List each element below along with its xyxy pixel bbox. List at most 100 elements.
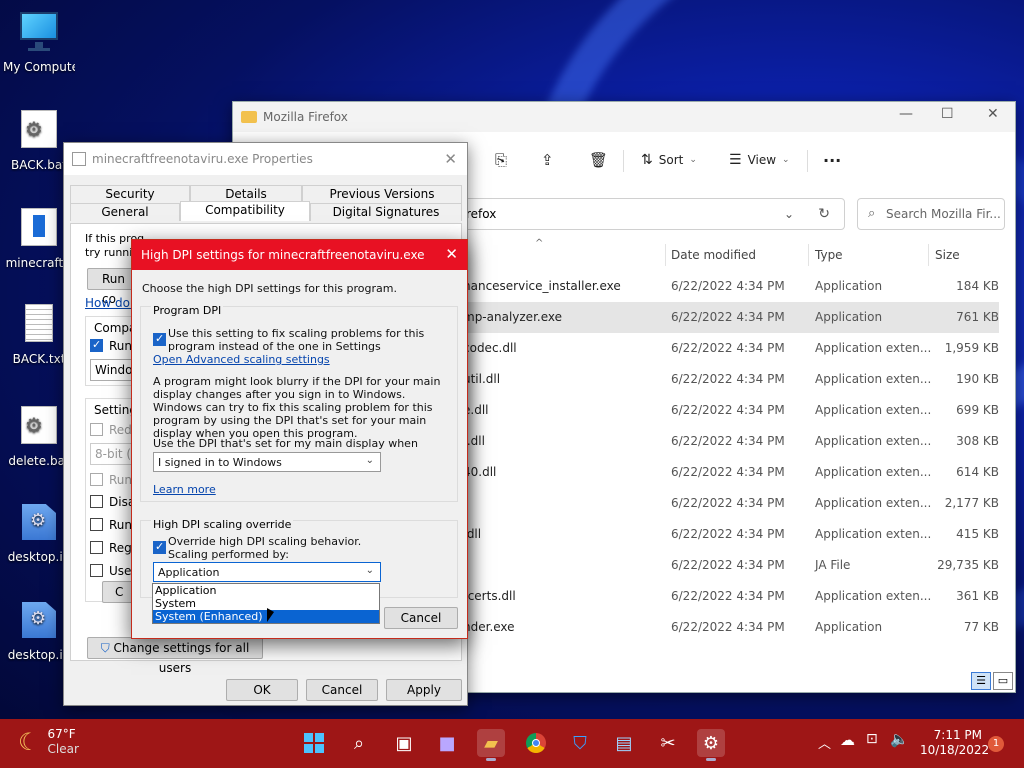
teams-chat-icon[interactable]: ■: [433, 729, 461, 757]
option-application[interactable]: Application: [153, 584, 379, 597]
file-size: 184 KB: [956, 279, 999, 293]
file-row[interactable]: 40.dll 6/22/2022 4:34 PM Application exten…: [463, 457, 999, 488]
minimize-button[interactable]: —: [899, 106, 913, 122]
scaling-performed-dropdown[interactable]: Application ⌄: [153, 562, 381, 582]
close-icon[interactable]: ✕: [445, 245, 458, 263]
run-as-admin-checkbox[interactable]: Run: [90, 518, 132, 532]
disable-fullscreen-checkbox[interactable]: Disa: [90, 495, 135, 509]
learn-more-link[interactable]: Learn more: [153, 483, 216, 496]
delete-icon[interactable]: 🗑: [589, 151, 608, 169]
tiles-view-icon[interactable]: ▭: [993, 672, 1013, 690]
run-640-checkbox[interactable]: Run: [90, 473, 132, 487]
file-row[interactable]: tcerts.dll 6/22/2022 4:34 PM Application e…: [463, 581, 999, 612]
batch-file-icon: [16, 404, 62, 450]
file-row[interactable]: e.dll 6/22/2022 4:34 PM Application exten.…: [463, 395, 999, 426]
override-checkbox[interactable]: [153, 540, 166, 554]
apply-button[interactable]: Apply: [386, 679, 462, 701]
folder-icon: [241, 111, 257, 123]
dpi-cancel-button[interactable]: Cancel: [384, 607, 458, 629]
maximize-button[interactable]: ☐: [941, 106, 954, 122]
file-date: 6/22/2022 4:34 PM: [671, 558, 785, 572]
file-row[interactable]: 6/22/2022 4:34 PM Application exten... 2,1…: [463, 488, 999, 519]
search-box[interactable]: ⌕ Search Mozilla Fir...: [857, 198, 1005, 230]
settings-gear-icon[interactable]: ⚙: [697, 729, 725, 761]
chevron-down-icon[interactable]: ⌄: [784, 207, 794, 221]
file-row[interactable]: 6/22/2022 4:34 PM JA File 29,735 KB: [463, 550, 999, 581]
cancel-button[interactable]: Cancel: [306, 679, 378, 701]
notepad-icon[interactable]: ▤: [610, 729, 638, 757]
show-hidden-icons-chevron[interactable]: ︿: [818, 733, 831, 752]
clock[interactable]: 7:11 PM 10/18/2022: [920, 728, 989, 758]
file-row[interactable]: nder.exe 6/22/2022 4:34 PM Application 77 K…: [463, 612, 999, 643]
tab-previous-versions[interactable]: Previous Versions: [302, 185, 462, 203]
run-compat-checkbox[interactable]: Run: [90, 339, 132, 353]
share-icon[interactable]: ⇪: [541, 151, 554, 169]
file-row[interactable]: r.dll 6/22/2022 4:34 PM Application exten.…: [463, 426, 999, 457]
address-bar[interactable]: refox ⌄ ↻: [445, 198, 845, 230]
properties-title-bar[interactable]: minecraftfreenotaviru.exe Properties: [64, 143, 467, 175]
option-system-enhanced[interactable]: System (Enhanced): [153, 610, 379, 623]
chrome-icon[interactable]: [522, 729, 550, 757]
search-icon[interactable]: ⌕: [345, 729, 373, 757]
column-divider: [665, 244, 666, 266]
file-name: codec.dll: [463, 341, 517, 355]
dpi-title: High DPI settings for minecraftfreenotav…: [141, 248, 425, 262]
tab-digital-signatures[interactable]: Digital Signatures: [310, 203, 462, 221]
close-button[interactable]: ✕: [987, 106, 999, 122]
option-system[interactable]: System: [153, 597, 379, 610]
file-size: 415 KB: [956, 527, 999, 541]
column-type[interactable]: Type: [815, 248, 843, 262]
scaling-performed-label: Scaling performed by:: [168, 548, 289, 561]
sort-label: Sort: [658, 153, 684, 167]
tab-security[interactable]: Security: [70, 185, 190, 203]
file-size: 699 KB: [956, 403, 999, 417]
file-row[interactable]: mp-analyzer.exe 6/22/2022 4:34 PM Applicat…: [463, 302, 999, 333]
file-size: 190 KB: [956, 372, 999, 386]
how-do-i-link[interactable]: How do I: [85, 296, 137, 310]
explorer-title-bar[interactable]: Mozilla Firefox — ☐ ✕: [233, 102, 1015, 132]
search-icon: ⌕: [868, 206, 876, 221]
search-placeholder: Search Mozilla Fir...: [886, 207, 1001, 221]
use-setting-checkbox[interactable]: [153, 332, 166, 346]
properties-title: minecraftfreenotaviru.exe Properties: [92, 152, 313, 166]
tab-general[interactable]: General: [70, 203, 180, 221]
notification-badge[interactable]: 1: [988, 736, 1004, 752]
more-options-button[interactable]: ···: [823, 151, 841, 170]
refresh-icon[interactable]: ↻: [818, 206, 830, 222]
sort-button[interactable]: ⇅ Sort ⌄: [641, 152, 697, 168]
details-view-icon[interactable]: ☰: [971, 672, 991, 690]
close-icon[interactable]: ✕: [444, 150, 457, 168]
snipping-tool-icon[interactable]: ✂: [654, 729, 682, 757]
view-button[interactable]: ☰ View ⌄: [729, 152, 790, 168]
weather-widget[interactable]: ☾ 67°F Clear: [18, 727, 79, 757]
column-size[interactable]: Size: [935, 248, 960, 262]
onedrive-cloud-icon[interactable]: ☁: [840, 731, 855, 749]
tab-compatibility[interactable]: Compatibility: [180, 201, 310, 221]
volume-icon[interactable]: 🔈: [890, 730, 909, 748]
desktop-icon-my-computer[interactable]: My Computer: [3, 10, 75, 74]
task-view-icon[interactable]: ▣: [390, 729, 418, 757]
ok-button[interactable]: OK: [226, 679, 298, 701]
checkbox: [90, 564, 103, 577]
rename-icon[interactable]: ⎘: [495, 151, 507, 169]
dpi-title-bar[interactable]: High DPI settings for minecraftfreenotav…: [132, 240, 467, 270]
override-label: High DPI scaling override: [151, 518, 294, 531]
file-row[interactable]: .dll 6/22/2022 4:34 PM Application exten..…: [463, 519, 999, 550]
start-icon[interactable]: [300, 729, 328, 757]
weather-desc: Clear: [47, 742, 79, 756]
file-explorer-icon[interactable]: ▰: [477, 729, 505, 761]
file-row[interactable]: util.dll 6/22/2022 4:34 PM Application ext…: [463, 364, 999, 395]
file-date: 6/22/2022 4:34 PM: [671, 434, 785, 448]
file-type: Application exten...: [815, 403, 932, 417]
open-advanced-scaling-link[interactable]: Open Advanced scaling settings: [153, 353, 330, 366]
dpi-when-dropdown[interactable]: I signed in to Windows ⌄: [153, 452, 381, 472]
defender-shield-icon[interactable]: ⛉: [566, 729, 594, 757]
column-date-modified[interactable]: Date modified: [671, 248, 756, 262]
file-row[interactable]: nanceservice_installer.exe 6/22/2022 4:34…: [463, 271, 999, 302]
use-legacy-icc-checkbox[interactable]: Use: [90, 564, 131, 578]
network-icon[interactable]: ⊡: [866, 731, 878, 747]
checkbox-label: Run: [109, 518, 133, 532]
register-restart-checkbox[interactable]: Regi: [90, 541, 135, 555]
file-row[interactable]: codec.dll 6/22/2022 4:34 PM Application ex…: [463, 333, 999, 364]
change-settings-all-users-button[interactable]: ⛉ Change settings for all users: [87, 637, 263, 675]
